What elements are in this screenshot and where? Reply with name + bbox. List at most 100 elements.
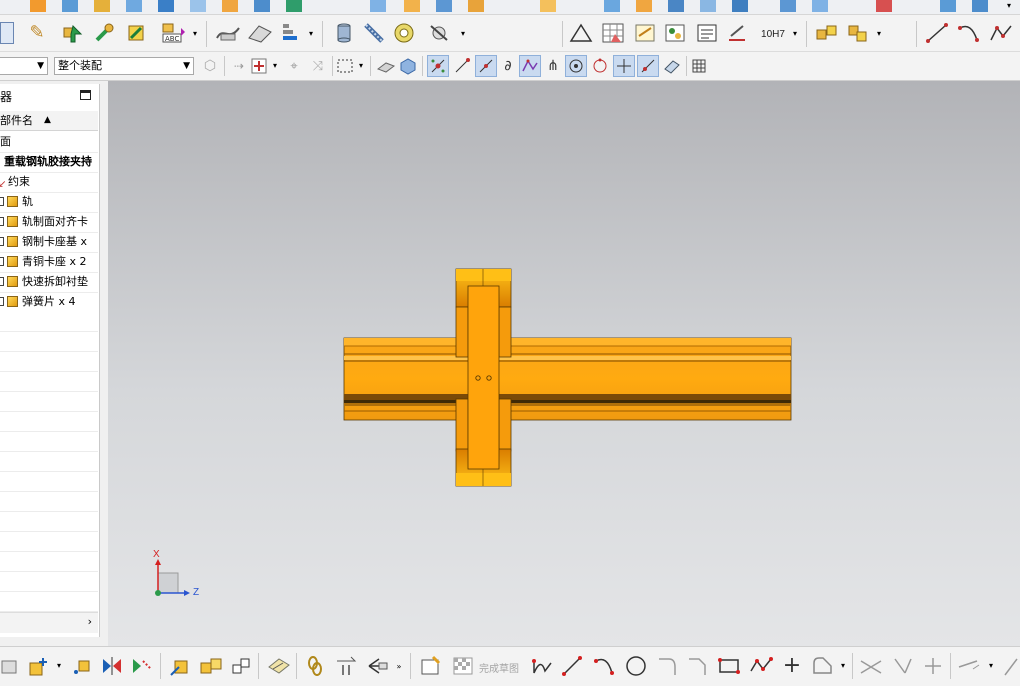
rect-select-icon[interactable] [336,57,354,75]
scope-dropdown[interactable]: 整个装配 ▼ [54,57,194,75]
ribbon-icon-9[interactable] [286,0,302,12]
line-icon[interactable] [924,21,950,45]
chevron-down-icon[interactable]: ▾ [790,27,800,41]
ribbon-icon-20[interactable] [780,0,796,12]
triangle-icon[interactable] [568,21,594,45]
wave-link-icon[interactable] [334,653,360,679]
column-header[interactable]: 部件名 ▲ [0,111,98,131]
ribbon-icon-3[interactable] [94,0,110,12]
visibility-checkbox[interactable] [0,277,4,286]
ribbon-icon-7[interactable] [222,0,238,12]
navigator-row[interactable]: 快速拆卸衬垫 [0,272,98,293]
grid-icon[interactable] [690,56,708,76]
gear-icon[interactable] [426,21,454,45]
navigator-row[interactable]: 重载钢轨胶接夹持 [0,152,98,173]
constraint-dim-icon[interactable] [956,653,982,679]
ribbon-icon-2[interactable] [62,0,78,12]
chevron-down-icon[interactable]: ▾ [54,659,64,673]
array-icon[interactable] [130,653,154,679]
rail-part[interactable] [343,337,792,421]
chevron-down-icon[interactable]: ▾ [874,27,884,41]
ribbon-icon-4[interactable] [126,0,142,12]
navigator-row[interactable]: ↙约束 [0,172,98,193]
spline-icon[interactable] [214,21,242,45]
ribbon-icon-8[interactable] [254,0,270,12]
ribbon-icon-10[interactable] [370,0,386,12]
chevron-down-icon[interactable]: ▾ [838,659,848,673]
new-parent-icon[interactable] [70,653,92,679]
chamfer-icon[interactable] [686,653,710,679]
ribbon-icon-6[interactable] [190,0,206,12]
offset-curve-icon[interactable] [810,653,836,679]
ribbon-icon-13[interactable] [468,0,484,12]
chevron-down-icon[interactable]: ▾ [356,59,366,73]
snap-intersect-icon[interactable]: ⤨ [308,56,328,76]
model-canvas[interactable] [108,81,1020,646]
snap-enable-icon[interactable] [427,55,449,77]
ribbon-icon-24[interactable] [972,0,988,12]
ribbon-icon-16[interactable] [636,0,652,12]
navigator-row[interactable]: 轨 [0,192,98,213]
cylinder-icon[interactable] [332,21,356,45]
filter-reset-icon[interactable]: ⬡ [200,56,220,76]
visibility-checkbox[interactable] [0,217,4,226]
tolerance-button[interactable]: 10H7 [756,25,790,45]
chevron-down-icon[interactable]: » [394,657,404,677]
move-component-icon[interactable] [168,653,194,679]
select-type-icon[interactable]: ⇢ [230,56,248,76]
visibility-checkbox[interactable] [0,237,4,246]
visibility-checkbox[interactable] [0,197,4,206]
solid-body-icon[interactable] [398,56,418,76]
ribbon-icon-23[interactable] [940,0,956,12]
ribbon-icon-12[interactable] [436,0,452,12]
wrench-icon[interactable] [92,21,118,45]
camera-icon[interactable] [0,655,18,677]
chevron-down-icon[interactable]: ▾ [190,27,200,41]
horizontal-scrollbar[interactable]: › [0,612,98,633]
profile-icon[interactable] [530,653,554,679]
assembly-add-icon[interactable] [60,21,86,45]
ribbon-icon-11[interactable] [404,0,420,12]
table-icon[interactable] [600,21,626,45]
layer-icon[interactable] [278,21,306,45]
grid-point-icon[interactable] [632,21,658,45]
rectangle-icon[interactable] [716,653,742,679]
finish-sketch-icon[interactable] [450,653,476,679]
navigator-row[interactable]: 钢制卡座基 x [0,232,98,253]
surface-icon[interactable] [246,21,274,45]
note-icon[interactable]: ✎ [24,23,50,43]
snap-intersection-icon[interactable] [613,55,635,77]
scroll-right-icon[interactable]: › [88,615,92,628]
add-component-icon[interactable] [26,653,52,679]
wave-geometry-icon[interactable] [364,653,392,679]
snap-point-icon[interactable]: ⌖ [284,56,304,76]
navigator-row[interactable]: 轨制面对齐卡 [0,212,98,233]
snap-midpoint-icon[interactable] [475,55,497,77]
ribbon-icon-22[interactable] [876,0,892,12]
sketch-icon[interactable] [418,653,444,679]
bearing-icon[interactable] [392,21,416,45]
snap-face-icon[interactable] [661,55,683,77]
constraint-component-icon[interactable] [198,653,224,679]
shaded-body-icon[interactable] [376,56,396,76]
mirror-icon[interactable] [100,653,124,679]
text-doc-icon[interactable] [694,21,720,45]
chevron-down-icon[interactable]: ▾ [1004,0,1014,12]
graphics-viewport[interactable]: X Z [108,81,1020,646]
snap-control-icon[interactable]: ∂ [499,55,517,77]
chevron-down-icon[interactable]: ▾ [986,659,996,673]
fillet-icon[interactable] [656,653,680,679]
select-feature-icon[interactable] [250,57,268,75]
snap-endpoint-icon[interactable] [451,55,473,77]
studio-spline-icon[interactable] [748,653,774,679]
navigator-row[interactable]: 青铜卡座 x 2 [0,252,98,273]
ribbon-icon-5[interactable] [158,0,174,12]
assembly-move-icon[interactable] [124,21,150,45]
chevron-down-icon[interactable]: ▾ [306,27,316,41]
ribbon-icon-1[interactable] [30,0,46,12]
ribbon-icon-17[interactable] [668,0,684,12]
snap-tangent-icon[interactable]: ⋔ [543,55,563,77]
chevron-down-icon[interactable]: ▾ [270,59,280,73]
sketch-line-icon[interactable] [560,653,584,679]
arc-icon[interactable] [956,21,982,45]
